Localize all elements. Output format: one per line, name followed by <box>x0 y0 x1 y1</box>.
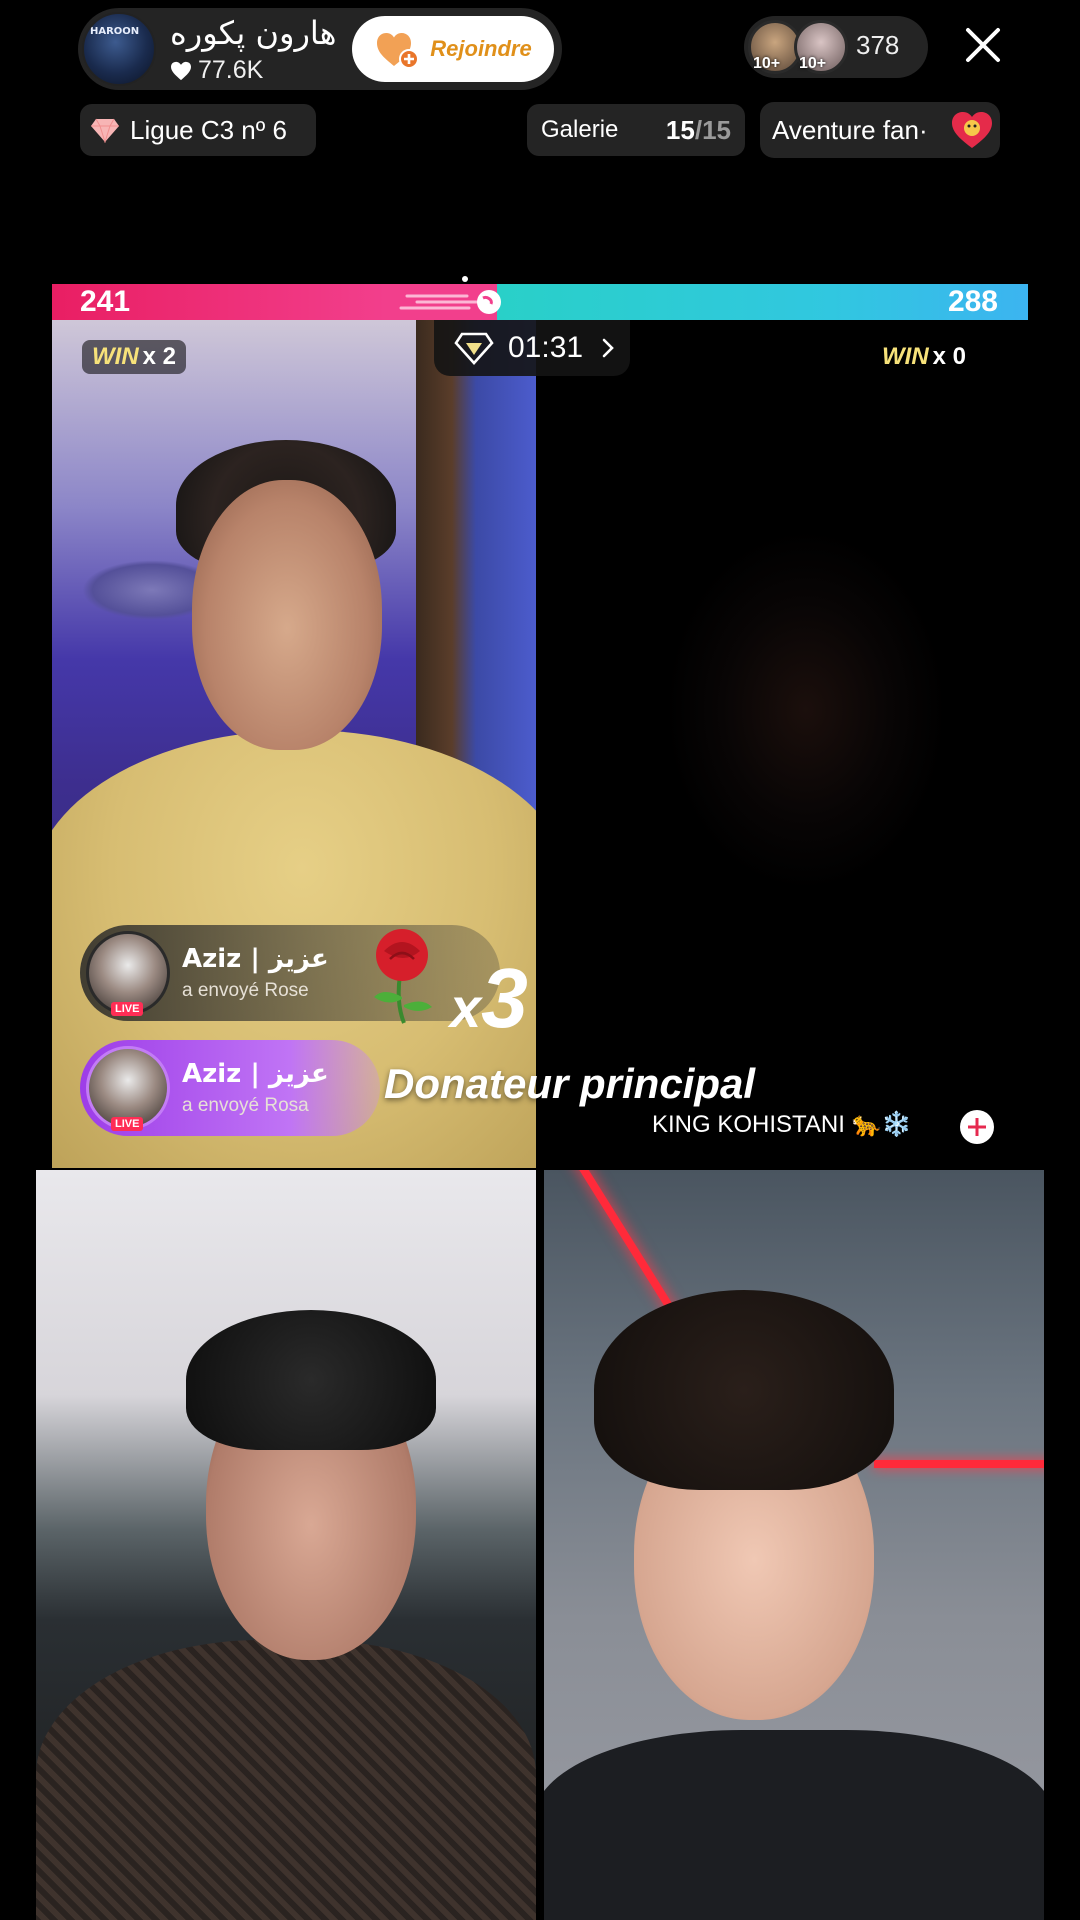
chevron-right-icon <box>602 338 614 358</box>
gift-sender-name: Aziz | عزيز <box>182 1059 329 1089</box>
host-avatar[interactable]: HAROON <box>82 12 156 86</box>
viewer-badge: 10+ <box>799 55 827 72</box>
league-label: Ligue C3 nº 6 <box>130 114 287 145</box>
host-likes: 77.6K <box>170 56 263 85</box>
gift-combo-multiplier: x 3 <box>450 950 528 1047</box>
gift-sender-name: Aziz | عزيز <box>182 944 329 974</box>
join-button[interactable]: Rejoindre <box>352 16 554 82</box>
gift-notification: LIVE Aziz | عزيز a envoyé Rosa <box>80 1040 380 1136</box>
live-badge: LIVE <box>111 1002 144 1016</box>
participant-video-2[interactable] <box>536 320 1028 1168</box>
gallery-button[interactable]: Galerie 15/15 <box>527 104 745 156</box>
battle-timer[interactable]: 01:31 <box>434 320 630 376</box>
fan-label: Aventure fan· <box>772 114 928 145</box>
rose-icon <box>374 929 432 1024</box>
gift-description: a envoyé Rose <box>182 980 309 1001</box>
avatar[interactable]: LIVE <box>86 1046 170 1131</box>
join-label: Rejoindre <box>430 36 532 61</box>
battle-score-bar: 241 288 <box>52 284 1028 320</box>
participant-video-3[interactable] <box>36 1170 536 1920</box>
viewer-badge: 10+ <box>753 55 781 72</box>
left-score: 241 <box>80 285 131 318</box>
top-donor-title: Donateur principal <box>384 1060 756 1107</box>
plus-icon[interactable] <box>960 1110 994 1144</box>
avatar[interactable]: LIVE <box>86 931 170 1016</box>
live-badge: LIVE <box>111 1117 144 1131</box>
timer-value: 01:31 <box>508 331 584 364</box>
join-heart-icon <box>377 33 420 69</box>
host-name: هارون پکوره <box>170 14 337 52</box>
indicator-dot <box>462 276 468 282</box>
win-word: WIN <box>882 343 929 370</box>
combo-count: 3 <box>481 951 528 1045</box>
fan-adventure-button[interactable]: Aventure fan· <box>760 102 1000 158</box>
participant-video-4[interactable] <box>544 1170 1044 1920</box>
top-viewer-avatar[interactable]: 10+ <box>794 20 848 74</box>
host-likes-count: 77.6K <box>198 56 264 84</box>
gallery-label: Galerie <box>541 116 619 143</box>
gem-icon <box>91 118 119 143</box>
gift-description: a envoyé Rosa <box>182 1095 309 1116</box>
score-spark-icon <box>399 290 502 314</box>
close-icon[interactable] <box>962 24 1004 66</box>
host-profile-pill[interactable]: HAROON هارون پکوره 77.6K Rejoindre <box>78 8 562 90</box>
left-win-streak: WIN x 2 <box>82 340 187 374</box>
viewer-count: 378 <box>856 30 900 60</box>
win-count: x 0 <box>932 343 967 370</box>
right-win-streak: WIN x 0 <box>872 340 976 374</box>
win-count: x 2 <box>142 343 177 370</box>
viewer-list[interactable]: 10+ 10+ 378 <box>744 16 928 78</box>
host-avatar-text: HAROON <box>90 26 140 37</box>
right-score: 288 <box>947 285 998 318</box>
top-donor-name[interactable]: KING KOHISTANI 🐆❄️ <box>652 1110 911 1139</box>
league-badge[interactable]: Ligue C3 nº 6 <box>80 104 316 156</box>
combo-x: x <box>450 976 482 1039</box>
timer-gem-icon <box>454 332 494 365</box>
win-word: WIN <box>92 343 139 370</box>
fan-heart-icon <box>952 112 992 148</box>
heart-icon <box>171 61 191 80</box>
gallery-count: 15/15 <box>665 114 731 145</box>
